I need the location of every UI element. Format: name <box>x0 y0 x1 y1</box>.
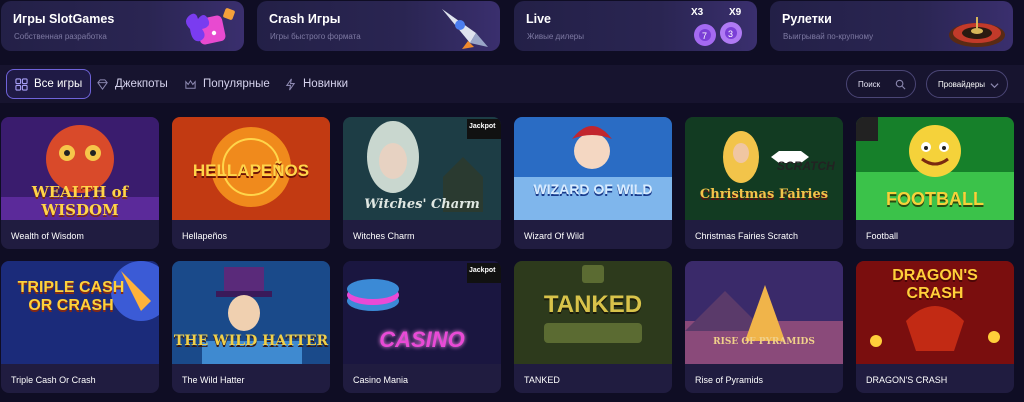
clover-dice-icon <box>186 8 235 45</box>
game-thumbnail: FOOTBALL <box>856 117 1014 220</box>
game-card[interactable]: Jackpot Witches' Charm Witches Charm <box>343 117 501 249</box>
game-card[interactable]: WEALTH of WISDOM Wealth of Wisdom <box>1 117 159 249</box>
tab-all-games[interactable]: Все игры <box>6 69 92 99</box>
tab-new[interactable]: Новинки <box>276 69 356 99</box>
category-live[interactable]: Live Живые дилеры X3 X9 7 3 <box>514 1 757 51</box>
search-input[interactable] <box>858 79 898 89</box>
game-thumbnail: WEALTH of WISDOM <box>1 117 159 220</box>
game-art-title: Christmas Fairies <box>699 187 829 202</box>
game-thumbnail: TANKED <box>514 261 672 364</box>
multiplier-balls-icon: X3 X9 7 3 <box>691 7 742 46</box>
game-art-title: FOOTBALL <box>886 189 984 209</box>
game-art-title: RISE OF PYRAMIDS <box>713 337 815 347</box>
game-card[interactable]: HELLAPEÑOS Hellapeños <box>172 117 330 249</box>
live-badge-x9: X9 <box>729 7 742 18</box>
scratch-badge: SCRATCH <box>777 159 835 173</box>
game-art-title: WIZARD OF WILD <box>533 181 653 197</box>
grid-icon <box>15 77 28 91</box>
game-name: Rise of Pyramids <box>695 375 764 385</box>
jackpot-badge: Jackpot <box>469 123 496 130</box>
game-name: Hellapeños <box>182 231 228 241</box>
game-art-title: WEALTH of WISDOM <box>31 183 129 219</box>
category-roulette[interactable]: Рулетки Выигрывай по-крупному <box>770 1 1013 51</box>
search-icon <box>895 79 906 90</box>
live-ball-7: 7 <box>702 31 707 41</box>
category-slotgames[interactable]: Игры SlotGames Собственная разработка <box>1 1 244 51</box>
game-art-title: DRAGON'S CRASH <box>892 267 978 302</box>
game-thumbnail: SCRATCH Christmas Fairies <box>685 117 843 220</box>
category-subtitle: Живые дилеры <box>527 32 584 41</box>
game-card[interactable]: Jackpot CASINO Casino Mania <box>343 261 501 393</box>
search-box[interactable] <box>846 70 916 98</box>
game-card[interactable]: SCRATCH Christmas Fairies Christmas Fair… <box>685 117 843 249</box>
lightning-icon <box>285 78 296 90</box>
game-thumbnail: Jackpot CASINO <box>343 261 501 364</box>
game-card[interactable]: THE WILD HATTER The Wild Hatter <box>172 261 330 393</box>
live-ball-3: 3 <box>728 29 733 39</box>
category-title: Live <box>526 12 552 26</box>
tab-label: Джекпоты <box>115 78 168 90</box>
game-art-title: Witches' Charm <box>364 197 480 212</box>
category-title: Crash Игры <box>269 12 341 26</box>
live-badge-x3: X3 <box>691 7 704 18</box>
game-name: Christmas Fairies Scratch <box>695 231 799 241</box>
category-subtitle: Игры быстрого формата <box>270 32 361 41</box>
game-thumbnail: Jackpot Witches' Charm <box>343 117 501 220</box>
filter-bar: Все игры Джекпоты Популярные Новинки Про… <box>0 65 1024 103</box>
jackpot-badge: Jackpot <box>469 267 496 274</box>
game-card[interactable]: DRAGON'S CRASH DRAGON'S CRASH <box>856 261 1014 393</box>
game-thumbnail: WIZARD OF WILD <box>514 117 672 220</box>
tab-popular[interactable]: Популярные <box>176 69 278 99</box>
chevron-down-icon <box>990 83 999 89</box>
game-card[interactable]: FOOTBALL Football <box>856 117 1014 249</box>
rocket-icon <box>442 9 488 49</box>
tab-label: Новинки <box>303 78 349 90</box>
game-card[interactable]: WIZARD OF WILD Wizard Of Wild <box>514 117 672 249</box>
game-thumbnail: DRAGON'S CRASH <box>856 261 1014 364</box>
category-title: Игры SlotGames <box>13 12 115 26</box>
tab-label: Все игры <box>34 78 83 90</box>
providers-dropdown[interactable]: Провайдеры <box>926 70 1008 98</box>
category-title: Рулетки <box>782 12 832 26</box>
game-name: The Wild Hatter <box>182 375 245 385</box>
tab-jackpots[interactable]: Джекпоты <box>88 69 176 99</box>
game-art-title: TANKED <box>543 291 643 318</box>
game-name: Wealth of Wisdom <box>11 231 84 241</box>
game-thumbnail: TRIPLE CASH OR CRASH <box>1 261 159 364</box>
tab-label: Популярные <box>203 78 270 90</box>
roulette-wheel-icon <box>949 17 1005 47</box>
crown-icon <box>185 79 196 89</box>
game-card[interactable]: RISE OF PYRAMIDS Rise of Pyramids <box>685 261 843 393</box>
game-name: Casino Mania <box>353 375 409 385</box>
game-name: Football <box>866 231 899 241</box>
game-name: DRAGON'S CRASH <box>866 375 948 385</box>
game-art-title: CASINO <box>379 327 465 352</box>
providers-label: Провайдеры <box>938 79 986 89</box>
game-art-title: HELLAPEÑOS <box>192 161 310 180</box>
game-name: Triple Cash Or Crash <box>11 375 96 385</box>
game-name: Wizard Of Wild <box>524 231 585 241</box>
game-name: TANKED <box>524 375 560 385</box>
category-subtitle: Собственная разработка <box>14 32 107 41</box>
game-thumbnail: HELLAPEÑOS <box>172 117 330 220</box>
game-art-title: THE WILD HATTER <box>173 333 329 349</box>
diamond-icon <box>97 78 108 90</box>
category-subtitle: Выигрывай по-крупному <box>783 32 874 41</box>
game-thumbnail: THE WILD HATTER <box>172 261 330 364</box>
game-name: Witches Charm <box>353 231 415 241</box>
game-card[interactable]: TANKED TANKED <box>514 261 672 393</box>
game-thumbnail: RISE OF PYRAMIDS <box>685 261 843 364</box>
game-art-title: TRIPLE CASH OR CRASH <box>17 279 125 314</box>
category-cards: Игры SlotGames Собственная разработка Cr… <box>0 0 1024 52</box>
game-card[interactable]: TRIPLE CASH OR CRASH Triple Cash Or Cras… <box>1 261 159 393</box>
category-crash[interactable]: Crash Игры Игры быстрого формата <box>257 1 500 51</box>
